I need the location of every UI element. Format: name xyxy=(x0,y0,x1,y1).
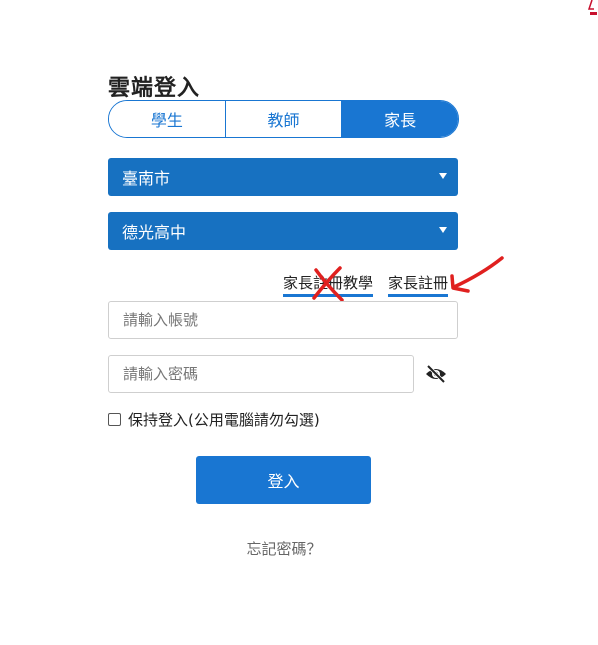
city-select-value: 臺南市 xyxy=(122,169,171,188)
city-select[interactable]: 臺南市 xyxy=(108,158,458,196)
tab-student[interactable]: 學生 xyxy=(109,101,226,137)
parent-register-link[interactable]: 家長註冊 xyxy=(388,272,449,297)
school-select-value: 德光高中 xyxy=(122,223,187,242)
remember-login-checkbox[interactable] xyxy=(108,413,121,426)
red-arrow-icon xyxy=(450,256,504,293)
account-input[interactable] xyxy=(108,301,458,339)
tab-parent[interactable]: 家長 xyxy=(342,101,458,137)
chevron-down-icon xyxy=(439,227,447,233)
remember-login-row[interactable]: 保持登入(公用電腦請勿勾選) xyxy=(108,409,320,430)
tab-teacher[interactable]: 教師 xyxy=(225,101,343,137)
school-select[interactable]: 德光高中 xyxy=(108,212,458,250)
password-input[interactable] xyxy=(108,355,414,393)
link-underline xyxy=(388,294,449,297)
corner-logo xyxy=(587,0,597,15)
role-tabs: 學生 教師 家長 xyxy=(108,100,459,138)
register-link-text: 家長註冊 xyxy=(388,274,449,292)
login-button[interactable]: 登入 xyxy=(196,456,371,504)
login-title: 雲端登入 xyxy=(108,76,201,101)
eye-slash-icon[interactable] xyxy=(424,362,448,386)
chevron-down-icon xyxy=(439,173,447,179)
forgot-password-link[interactable]: 忘記密碼？ xyxy=(0,538,568,559)
red-x-icon xyxy=(312,266,344,302)
remember-login-label: 保持登入(公用電腦請勿勾選) xyxy=(128,411,320,429)
